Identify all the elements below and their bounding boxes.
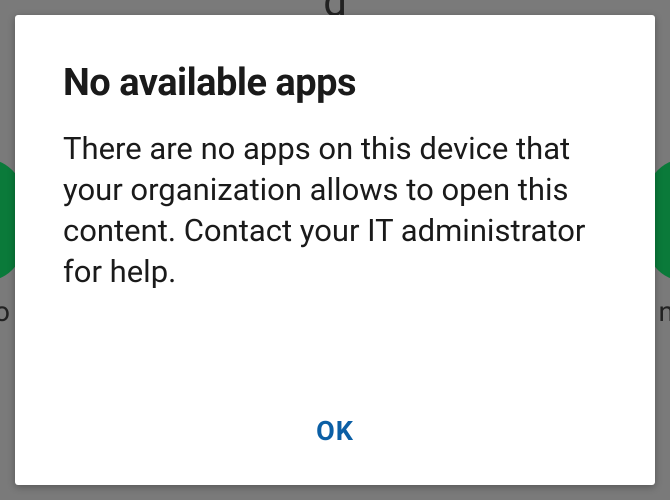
background-glyph-left: o [0, 295, 10, 328]
alert-dialog: No available apps There are no apps on t… [15, 15, 655, 485]
dialog-message: There are no apps on this device that yo… [63, 129, 607, 387]
background-glyph-right: n [659, 295, 670, 328]
dialog-actions: OK [63, 407, 607, 455]
dialog-title: No available apps [63, 61, 607, 105]
ok-button[interactable]: OK [292, 407, 378, 455]
